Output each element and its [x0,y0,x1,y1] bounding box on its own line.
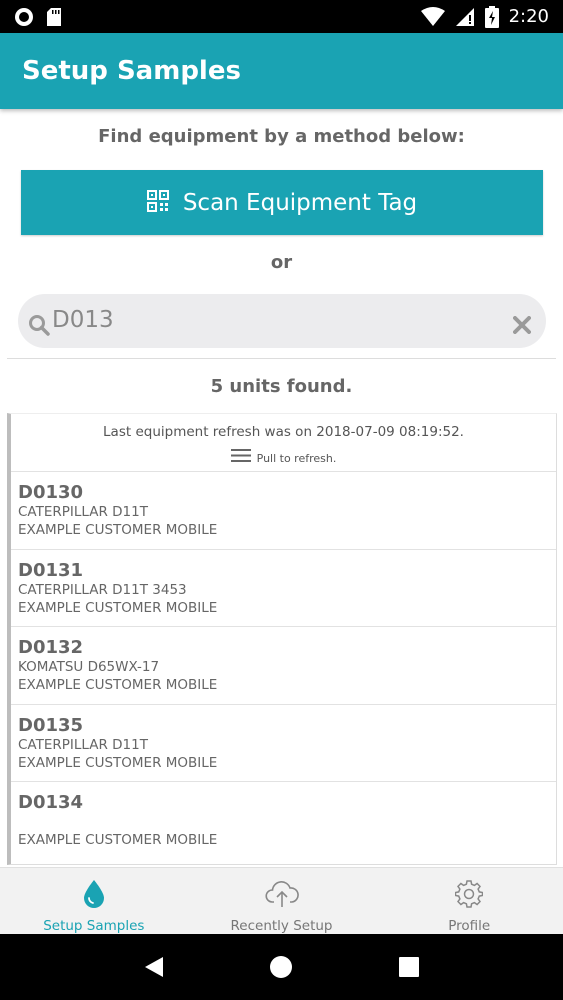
water-drop-icon [82,878,106,910]
bottom-navigation: Setup Samples Recently Setup Profile [0,867,563,934]
unit-customer: EXAMPLE CUSTOMER MOBILE [18,599,218,616]
or-separator: or [270,252,293,273]
equipment-list[interactable]: Last equipment refresh was on 2018-07-09… [7,413,557,865]
nav-profile[interactable]: Profile [375,868,563,934]
refresh-header: Last equipment refresh was on 2018-07-09… [11,414,556,472]
scan-equipment-tag-button[interactable]: Scan Equipment Tag [21,170,543,235]
record-icon [14,7,34,27]
clear-search-icon[interactable] [513,316,531,339]
recent-apps-icon[interactable] [389,947,429,987]
pull-to-refresh-text: Pull to refresh. [256,451,337,465]
unit-customer: EXAMPLE CUSTOMER MOBILE [18,832,218,848]
search-input[interactable] [52,302,492,338]
nav-setup-samples[interactable]: Setup Samples [0,868,188,934]
nav-label: Recently Setup [230,918,333,934]
status-time: 2:20 [508,6,549,27]
unit-model [18,813,556,831]
scan-button-label: Scan Equipment Tag [182,189,418,216]
wifi-icon [420,6,445,27]
unit-id: D0132 [18,637,84,658]
nav-recently-setup[interactable]: Recently Setup [188,868,376,934]
unit-model: CATERPILLAR D11T 3453 [18,581,187,598]
unit-id: D0134 [18,792,84,813]
unit-model: CATERPILLAR D11T [18,736,148,753]
list-item[interactable]: D0130 CATERPILLAR D11T EXAMPLE CUSTOMER … [11,472,556,550]
search-bar [18,294,546,348]
menu-lines-icon [230,449,251,467]
unit-customer: EXAMPLE CUSTOMER MOBILE [18,522,218,538]
unit-model: CATERPILLAR D11T [18,504,148,520]
units-found-count: 5 units found. [210,376,353,397]
unit-id: D0130 [18,482,84,503]
last-refresh-info: Last equipment refresh was on 2018-07-09… [103,424,464,440]
nav-label: Setup Samples [43,918,145,934]
gear-icon [455,878,484,910]
sd-card-icon [46,7,62,27]
find-instruction: Find equipment by a method below: [98,126,465,147]
list-item[interactable]: D0131 CATERPILLAR D11T 3453 EXAMPLE CUST… [11,550,556,627]
cloud-upload-icon [264,878,299,910]
no-signal-icon [455,7,475,27]
list-item[interactable]: D0135 CATERPILLAR D11T EXAMPLE CUSTOMER … [11,705,556,782]
system-navigation-bar [0,934,563,1000]
unit-model: KOMATSU D65WX-17 [18,659,160,675]
divider [7,358,556,359]
qr-code-icon [146,190,169,215]
home-icon[interactable] [261,947,301,987]
page-title: Setup Samples [22,56,241,86]
list-item[interactable]: D0134 EXAMPLE CUSTOMER MOBILE [11,782,556,860]
unit-customer: EXAMPLE CUSTOMER MOBILE [18,754,218,771]
battery-charging-icon [484,5,499,28]
pull-to-refresh-hint: Pull to refresh. [11,449,556,467]
app-bar: Setup Samples [0,33,563,109]
unit-id: D0131 [18,559,84,581]
unit-id: D0135 [18,714,84,736]
nav-label: Profile [448,918,491,934]
search-icon [28,314,50,341]
list-item[interactable]: D0132 KOMATSU D65WX-17 EXAMPLE CUSTOMER … [11,627,556,705]
back-icon[interactable] [134,947,174,987]
status-bar: 2:20 [0,0,563,33]
unit-customer: EXAMPLE CUSTOMER MOBILE [18,677,218,693]
